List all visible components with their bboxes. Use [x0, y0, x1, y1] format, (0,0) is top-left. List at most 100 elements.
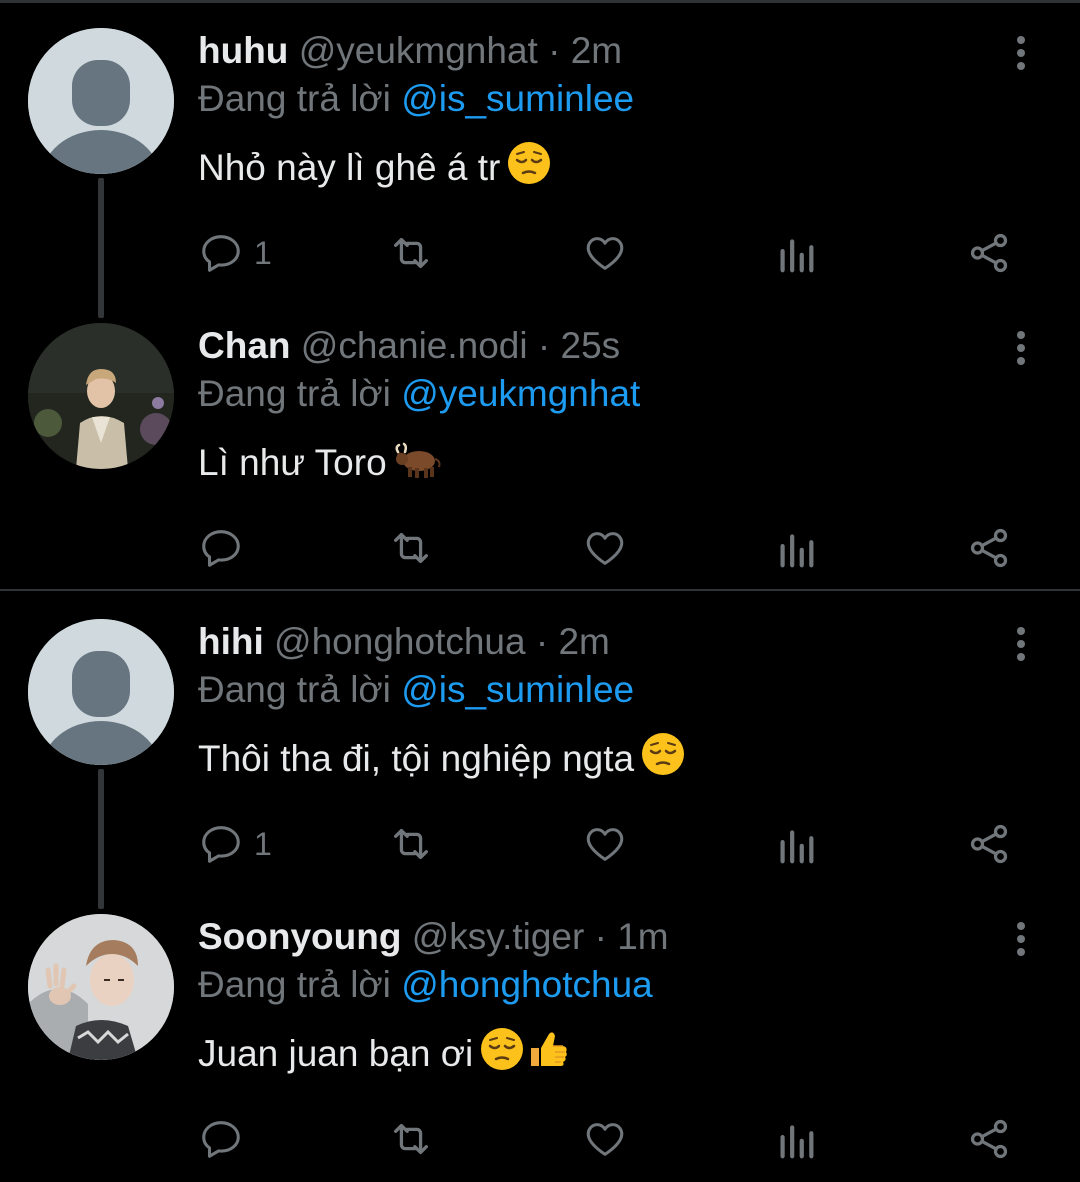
share-icon [970, 528, 1008, 568]
user-handle[interactable]: @yeukmgnhat [299, 30, 538, 71]
profile-photo [28, 914, 174, 1060]
reply-icon [202, 530, 240, 567]
more-options-button[interactable] [1003, 920, 1039, 960]
retweet-icon [394, 532, 428, 564]
reply-button[interactable]: 1 [198, 228, 272, 278]
share-button[interactable] [966, 1114, 1012, 1164]
retweet-button[interactable] [388, 228, 434, 278]
reply-button[interactable]: 1 [198, 819, 272, 869]
tweet-header: hihi @honghotchua · 2m [198, 619, 978, 665]
views-button[interactable] [776, 1114, 816, 1164]
tweet-actions: 1 [198, 228, 1038, 278]
profile-photo [28, 323, 174, 469]
display-name[interactable]: Chan [198, 325, 291, 366]
avatar[interactable] [28, 28, 174, 174]
avatar[interactable] [28, 323, 174, 469]
separator: · [537, 325, 551, 366]
retweet-button[interactable] [388, 1114, 434, 1164]
tweet-content: Chan @chanie.nodi · 25s Đang trả lời @ye… [198, 323, 978, 494]
separator: · [535, 621, 549, 662]
avatar[interactable] [28, 914, 174, 1060]
reply-mention[interactable]: @is_suminlee [401, 669, 634, 710]
user-handle[interactable]: @ksy.tiger [412, 916, 585, 957]
tweet[interactable]: Soonyoung @ksy.tiger · 1m Đang trả lời @… [0, 886, 1080, 1182]
reply-context: Đang trả lời @honghotchua [198, 960, 978, 1010]
tweet-content: Soonyoung @ksy.tiger · 1m Đang trả lời @… [198, 914, 978, 1085]
display-name[interactable]: Soonyoung [198, 916, 401, 957]
timestamp[interactable]: 1m [617, 916, 668, 957]
retweet-button[interactable] [388, 819, 434, 869]
heart-icon [586, 237, 624, 270]
reply-mention[interactable]: @yeukmgnhat [401, 373, 640, 414]
reply-icon [202, 235, 240, 272]
share-button[interactable] [966, 819, 1012, 869]
views-icon [780, 239, 814, 273]
timestamp[interactable]: 2m [571, 30, 622, 71]
tweet-text-body: Lì như Toro [198, 442, 387, 483]
tweet-text: Lì như Toro [198, 435, 978, 494]
like-button[interactable] [582, 819, 628, 869]
timestamp[interactable]: 2m [558, 621, 609, 662]
tweet-actions [198, 523, 1038, 573]
user-handle[interactable]: @honghotchua [274, 621, 526, 662]
ox-emoji [393, 435, 443, 494]
tweet-header: huhu @yeukmgnhat · 2m [198, 28, 978, 74]
more-options-button[interactable] [1003, 625, 1039, 665]
avatar[interactable] [28, 619, 174, 765]
tweet-text: Juan juan bạn ơi [198, 1026, 978, 1085]
reply-context: Đang trả lời @is_suminlee [198, 665, 978, 715]
pensive-emoji [479, 1026, 525, 1085]
reply-context: Đang trả lời @yeukmgnhat [198, 369, 978, 419]
reply-prefix: Đang trả lời [198, 669, 391, 710]
more-options-button[interactable] [1003, 34, 1039, 74]
share-icon [970, 233, 1008, 273]
tweet[interactable]: hihi @honghotchua · 2m Đang trả lời @is_… [0, 591, 1080, 909]
more-vertical-icon [1017, 36, 1025, 70]
retweet-icon [394, 237, 428, 269]
reply-icon [202, 1121, 240, 1158]
tweet[interactable]: huhu @yeukmgnhat · 2m Đang trả lời @is_s… [0, 0, 1080, 318]
tweet[interactable]: Chan @chanie.nodi · 25s Đang trả lời @ye… [0, 295, 1080, 590]
pensive-emoji [506, 140, 552, 199]
retweet-icon [394, 828, 428, 860]
reply-button[interactable] [198, 1114, 254, 1164]
tweet-content: hihi @honghotchua · 2m Đang trả lời @is_… [198, 619, 978, 790]
like-button[interactable] [582, 1114, 628, 1164]
tweet-header: Chan @chanie.nodi · 25s [198, 323, 978, 369]
reply-icon [202, 826, 240, 863]
tweet-text-body: Thôi tha đi, tội nghiệp ngta [198, 738, 635, 779]
display-name[interactable]: huhu [198, 30, 288, 71]
views-button[interactable] [776, 819, 816, 869]
tweet-actions [198, 1114, 1038, 1164]
retweet-button[interactable] [388, 523, 434, 573]
like-button[interactable] [582, 228, 628, 278]
more-vertical-icon [1017, 627, 1025, 661]
share-button[interactable] [966, 228, 1012, 278]
pensive-emoji [640, 731, 686, 790]
views-button[interactable] [776, 228, 816, 278]
default-avatar-icon [28, 619, 174, 765]
timestamp[interactable]: 25s [561, 325, 621, 366]
more-options-button[interactable] [1003, 329, 1039, 369]
display-name[interactable]: hihi [198, 621, 264, 662]
reply-mention[interactable]: @honghotchua [401, 964, 653, 1005]
tweet-header: Soonyoung @ksy.tiger · 1m [198, 914, 978, 960]
share-icon [970, 1119, 1008, 1159]
tweet-text: Thôi tha đi, tội nghiệp ngta [198, 731, 978, 790]
reply-mention[interactable]: @is_suminlee [401, 78, 634, 119]
tweet-text-body: Nhỏ này lì ghê á tr [198, 147, 501, 188]
reply-count: 1 [254, 234, 272, 271]
reply-context: Đang trả lời @is_suminlee [198, 74, 978, 124]
heart-icon [586, 532, 624, 565]
views-button[interactable] [776, 523, 816, 573]
tweet-content: huhu @yeukmgnhat · 2m Đang trả lời @is_s… [198, 28, 978, 199]
share-button[interactable] [966, 523, 1012, 573]
more-vertical-icon [1017, 331, 1025, 365]
more-vertical-icon [1017, 922, 1025, 956]
retweet-icon [394, 1123, 428, 1155]
reply-count: 1 [254, 825, 272, 862]
separator: · [594, 916, 607, 957]
user-handle[interactable]: @chanie.nodi [301, 325, 528, 366]
like-button[interactable] [582, 523, 628, 573]
reply-button[interactable] [198, 523, 254, 573]
